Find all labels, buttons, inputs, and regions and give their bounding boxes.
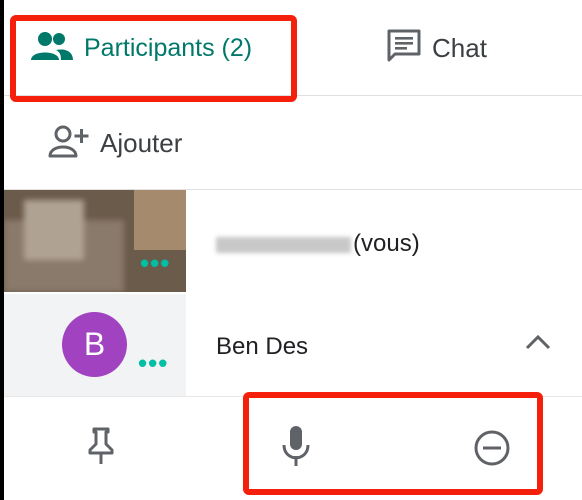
blurred-name bbox=[216, 236, 351, 253]
highlight-controls bbox=[243, 392, 543, 495]
participant-name-ben: Ben Des bbox=[216, 333, 309, 360]
person-add-icon bbox=[48, 124, 90, 163]
tab-chat[interactable]: Chat bbox=[386, 4, 487, 92]
chevron-up-icon[interactable] bbox=[524, 332, 552, 357]
participant-name-you: (vous) bbox=[216, 230, 420, 258]
chat-icon bbox=[386, 28, 422, 69]
avatar: B bbox=[62, 312, 127, 377]
video-background-region bbox=[134, 190, 186, 250]
pin-icon[interactable] bbox=[86, 426, 116, 471]
video-face-region bbox=[24, 200, 84, 260]
add-participant-button[interactable]: Ajouter bbox=[48, 118, 182, 168]
tab-chat-label: Chat bbox=[432, 32, 487, 63]
add-participant-label: Ajouter bbox=[100, 127, 183, 158]
highlight-participants-tab bbox=[10, 15, 297, 102]
more-dots-icon[interactable]: ••• bbox=[138, 350, 168, 376]
more-dots-icon[interactable]: ••• bbox=[140, 250, 170, 276]
participant-video-tile[interactable]: ••• bbox=[4, 190, 186, 292]
